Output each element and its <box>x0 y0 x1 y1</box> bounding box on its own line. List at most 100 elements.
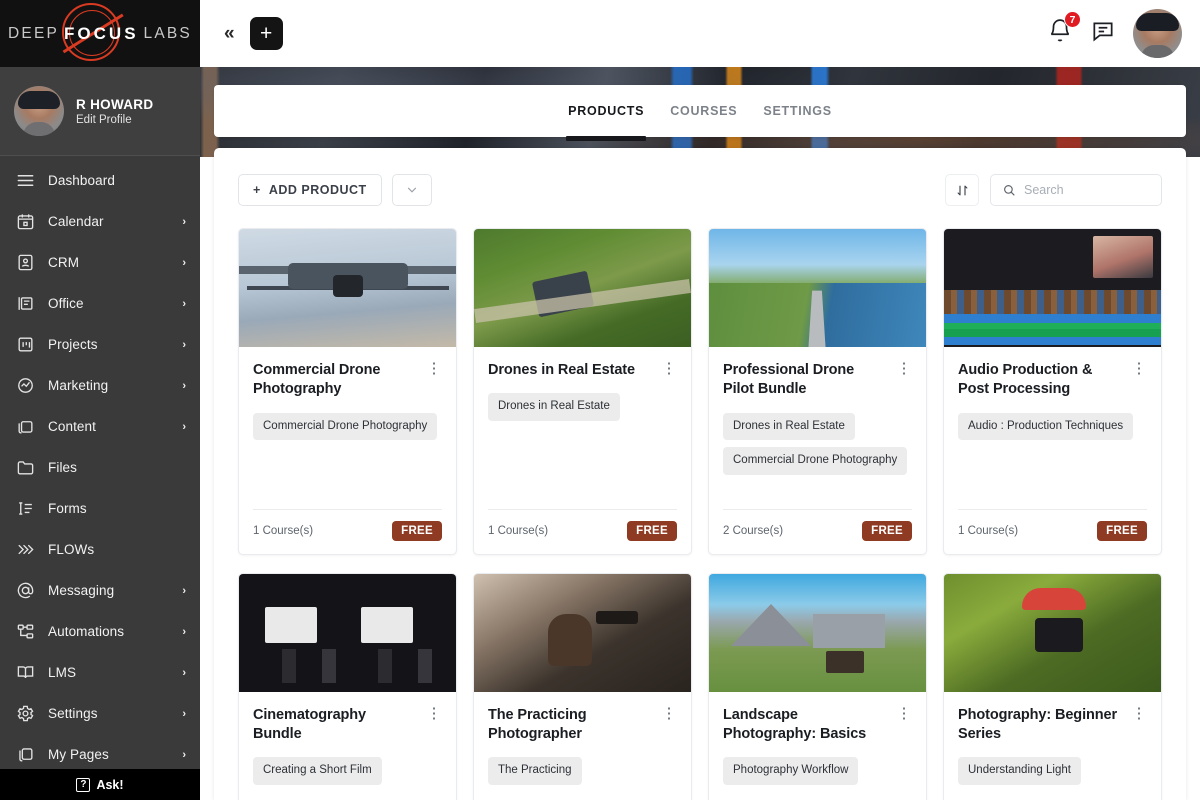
card-menu-icon[interactable]: ⋮ <box>426 706 442 720</box>
add-product-button[interactable]: + ADD PRODUCT <box>238 174 382 206</box>
product-tags: Photography Workflow <box>723 757 912 785</box>
product-tag: Audio : Production Techniques <box>958 413 1133 441</box>
sidebar-item-files[interactable]: Files <box>0 447 200 488</box>
sidebar-item-dashboard[interactable]: Dashboard <box>0 160 200 201</box>
sidebar-item-calendar[interactable]: Calendar › <box>0 201 200 242</box>
top-bar: « + 7 <box>200 0 1200 67</box>
profile-name: R HOWARD <box>76 97 153 112</box>
product-title: Photography: Beginner Series <box>958 706 1123 745</box>
card-menu-icon[interactable]: ⋮ <box>661 361 677 375</box>
calendar-icon <box>16 212 35 231</box>
card-spacer <box>253 785 442 800</box>
top-bar-actions: 7 <box>1047 9 1182 58</box>
hamburger-icon <box>16 171 35 190</box>
search-box[interactable] <box>990 174 1162 206</box>
card-menu-icon[interactable]: ⋮ <box>661 706 677 720</box>
sort-button[interactable] <box>945 174 979 206</box>
card-menu-icon[interactable]: ⋮ <box>426 361 442 375</box>
product-card[interactable]: Landscape Photography: Basics ⋮ Photogra… <box>708 573 927 800</box>
tab-settings[interactable]: SETTINGS <box>763 85 832 137</box>
sidebar-item-label: FLOWs <box>48 542 173 557</box>
chevron-down-icon <box>405 183 419 197</box>
chevron-right-icon: › <box>182 380 186 392</box>
price-badge: FREE <box>392 521 442 541</box>
card-spacer <box>723 785 912 800</box>
product-card[interactable]: Drones in Real Estate ⋮ Drones in Real E… <box>473 228 692 555</box>
product-title: Audio Production & Post Processing <box>958 361 1123 400</box>
sidebar-item-messaging[interactable]: Messaging › <box>0 570 200 611</box>
contact-card-icon <box>16 253 35 272</box>
product-card[interactable]: Professional Drone Pilot Bundle ⋮ Drones… <box>708 228 927 555</box>
add-product-label: ADD PRODUCT <box>269 183 367 197</box>
sidebar-nav: Dashboard Calendar › CRM › Office › Pro <box>0 156 200 800</box>
card-menu-icon[interactable]: ⋮ <box>896 706 912 720</box>
ask-button[interactable]: ? Ask! <box>0 769 200 800</box>
chevron-right-icon: › <box>182 708 186 720</box>
folder-icon <box>16 458 35 477</box>
sidebar-item-label: LMS <box>48 665 169 680</box>
chevron-right-icon: › <box>182 339 186 351</box>
price-badge: FREE <box>627 521 677 541</box>
card-spacer <box>958 440 1147 509</box>
product-card[interactable]: Cinematography Bundle ⋮ Creating a Short… <box>238 573 457 800</box>
card-menu-icon[interactable]: ⋮ <box>1131 361 1147 375</box>
sidebar-item-crm[interactable]: CRM › <box>0 242 200 283</box>
product-tag: Understanding Light <box>958 757 1081 785</box>
sidebar-item-automations[interactable]: Automations › <box>0 611 200 652</box>
messages-button[interactable] <box>1090 18 1116 49</box>
product-card[interactable]: Commercial Drone Photography ⋮ Commercia… <box>238 228 457 555</box>
product-thumbnail <box>944 229 1161 347</box>
product-card[interactable]: Audio Production & Post Processing ⋮ Aud… <box>943 228 1162 555</box>
search-input[interactable] <box>1024 183 1144 197</box>
sidebar-item-marketing[interactable]: Marketing › <box>0 365 200 406</box>
sidebar-item-projects[interactable]: Projects › <box>0 324 200 365</box>
card-spacer <box>253 440 442 509</box>
course-count: 1 Course(s) <box>253 525 313 537</box>
pages-icon <box>16 745 35 764</box>
brand-pre: DEEP <box>8 25 59 43</box>
collapse-sidebar-button[interactable]: « <box>216 23 241 45</box>
avatar <box>14 86 64 136</box>
chevron-right-icon: › <box>182 749 186 761</box>
product-thumbnail <box>239 229 456 347</box>
sidebar-item-forms[interactable]: Forms <box>0 488 200 529</box>
sort-icon <box>955 183 970 198</box>
tab-courses[interactable]: COURSES <box>670 85 737 137</box>
product-card[interactable]: Photography: Beginner Series ⋮ Understan… <box>943 573 1162 800</box>
product-title: The Practicing Photographer <box>488 706 653 745</box>
user-avatar-button[interactable] <box>1133 9 1182 58</box>
ask-label: Ask! <box>96 778 123 792</box>
edit-profile-link[interactable]: Edit Profile <box>76 114 153 126</box>
sidebar-profile[interactable]: R HOWARD Edit Profile <box>0 67 200 156</box>
notifications-button[interactable]: 7 <box>1047 18 1073 49</box>
brand-focus: FOCUS <box>64 24 139 44</box>
product-tag: Photography Workflow <box>723 757 858 785</box>
card-spacer <box>958 785 1147 800</box>
sidebar-item-lms[interactable]: LMS › <box>0 652 200 693</box>
flows-icon <box>16 540 35 559</box>
price-badge: FREE <box>862 521 912 541</box>
sidebar-item-office[interactable]: Office › <box>0 283 200 324</box>
course-count: 1 Course(s) <box>958 525 1018 537</box>
product-thumbnail <box>474 229 691 347</box>
sidebar-item-label: Dashboard <box>48 173 173 188</box>
brand-post: LABS <box>144 25 192 43</box>
card-spacer <box>488 785 677 800</box>
brand-logo[interactable]: DEEP FOCUS LABS <box>0 0 200 67</box>
marketing-icon <box>16 376 35 395</box>
add-product-dropdown-button[interactable] <box>392 174 432 206</box>
tab-products[interactable]: PRODUCTS <box>568 85 644 137</box>
card-menu-icon[interactable]: ⋮ <box>896 361 912 375</box>
sidebar-item-settings[interactable]: Settings › <box>0 693 200 734</box>
card-menu-icon[interactable]: ⋮ <box>1131 706 1147 720</box>
sidebar-item-label: Messaging <box>48 583 169 598</box>
sidebar-item-flows[interactable]: FLOWs <box>0 529 200 570</box>
product-card[interactable]: The Practicing Photographer ⋮ The Practi… <box>473 573 692 800</box>
product-thumbnail <box>944 574 1161 692</box>
sidebar-item-label: Forms <box>48 501 173 516</box>
sidebar-item-content[interactable]: Content › <box>0 406 200 447</box>
product-tag: Commercial Drone Photography <box>723 447 907 475</box>
product-tags: Drones in Real Estate <box>488 393 677 421</box>
quick-add-button[interactable]: + <box>250 17 283 50</box>
product-title: Commercial Drone Photography <box>253 361 418 400</box>
